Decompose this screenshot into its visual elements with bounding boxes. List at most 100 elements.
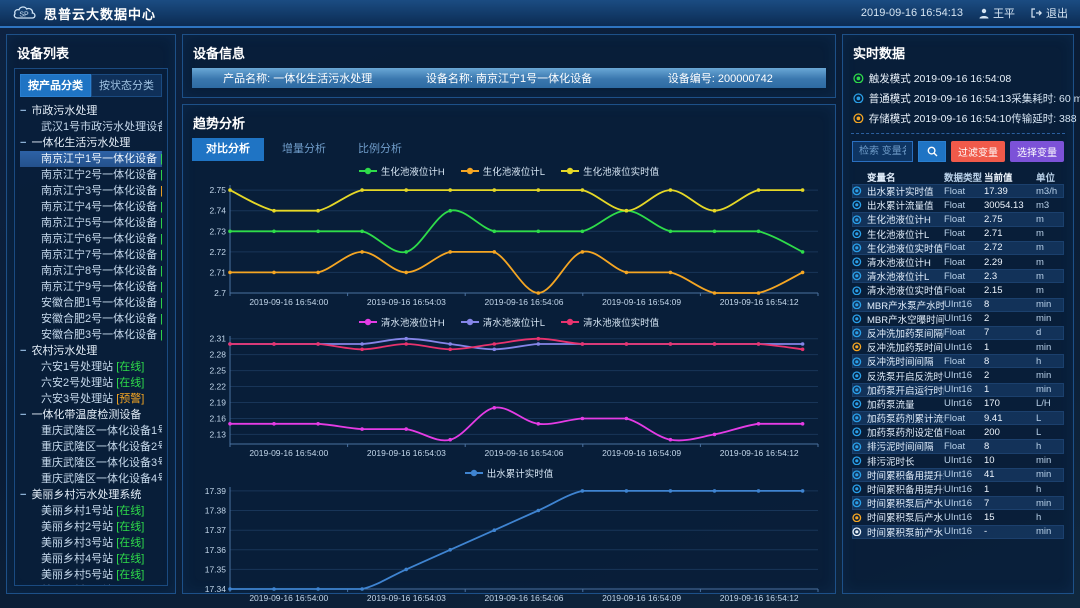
- device-item[interactable]: 南京江宁6号一体化设备 [在线]: [20, 231, 162, 247]
- device-item[interactable]: 六安1号处理站 [在线]: [20, 359, 162, 375]
- search-button[interactable]: [918, 141, 946, 162]
- variable-row[interactable]: 反冲洗加药泵间隔时间Float7d: [852, 326, 1064, 340]
- collapse-icon[interactable]: −: [20, 345, 26, 357]
- device-item[interactable]: 美丽乡村1号站 [在线]: [20, 503, 162, 519]
- variable-row[interactable]: 排污泥时间间隔Float8h: [852, 439, 1064, 453]
- device-item[interactable]: 美丽乡村5号站 [在线]: [20, 567, 162, 583]
- device-item[interactable]: 南京江宁2号一体化设备 [在线]: [20, 167, 162, 183]
- trend-tab-1[interactable]: 增量分析: [268, 138, 340, 161]
- device-item[interactable]: 安徽合肥2号一体化设备 [在线]: [20, 311, 162, 327]
- variable-type: Float: [944, 257, 984, 268]
- variable-row[interactable]: 时间累积备用提升泵分UInt1641min: [852, 468, 1064, 482]
- device-item[interactable]: 六安2号处理站 [在线]: [20, 375, 162, 391]
- variable-name: 时间累积泵后产水电动阀分: [867, 496, 944, 510]
- device-item[interactable]: 南京江宁7号一体化设备 [在线]: [20, 247, 162, 263]
- tree-group-2[interactable]: −农村污水处理: [20, 343, 162, 359]
- device-item[interactable]: 重庆武隆区一体化设备4号站 [预警]: [20, 471, 162, 487]
- variable-value: 2.75: [984, 214, 1036, 225]
- variable-row[interactable]: 加药泵开启运行时间UInt161min: [852, 383, 1064, 397]
- variable-value: 170: [984, 398, 1036, 409]
- device-item[interactable]: 六安3号处理站 [预警]: [20, 391, 162, 407]
- variable-row[interactable]: 生化池液位计LFloat2.71m: [852, 227, 1064, 241]
- device-item[interactable]: 南京江宁5号一体化设备 [在线]: [20, 215, 162, 231]
- variable-row[interactable]: 反冲洗时间间隔Float8h: [852, 354, 1064, 368]
- device-item[interactable]: 南京江宁3号一体化设备 [预警]: [20, 183, 162, 199]
- variable-row[interactable]: 加药泵流量UInt16170L/H: [852, 397, 1064, 411]
- device-item[interactable]: 美丽乡村6号站 [预警]: [20, 583, 162, 586]
- variable-value: 7: [984, 327, 1036, 338]
- device-item[interactable]: 安徽合肥3号一体化设备 [在线]: [20, 327, 162, 343]
- device-item[interactable]: 重庆武隆区一体化设备2号站 [预警]: [20, 439, 162, 455]
- tree-group-1[interactable]: −一体化生活污水处理: [20, 135, 162, 151]
- device-item[interactable]: 美丽乡村3号站 [在线]: [20, 535, 162, 551]
- variable-row[interactable]: 加药泵药剂设定值Float200L: [852, 425, 1064, 439]
- clear-water-tank-level-plot: 2.132.162.192.222.252.282.312019-09-16 1…: [190, 329, 832, 460]
- variable-unit: m: [1036, 214, 1064, 225]
- status-badge: [在线]: [116, 361, 144, 373]
- variable-row[interactable]: 出水累计实时值Float17.39m3/h: [852, 184, 1064, 198]
- device-item[interactable]: 安徽合肥1号一体化设备 [在线]: [20, 295, 162, 311]
- variable-value: 9.41: [984, 413, 1036, 424]
- device-item-label: 重庆武隆区一体化设备3号站: [41, 457, 162, 469]
- variable-row[interactable]: 清水池液位计LFloat2.3m: [852, 269, 1064, 283]
- variable-row[interactable]: 时间累积备用提升泵时UInt161h: [852, 482, 1064, 496]
- svg-text:2019-09-16 16:54:06: 2019-09-16 16:54:06: [485, 297, 564, 307]
- variable-row[interactable]: 清水池液位实时值Float2.15m: [852, 283, 1064, 297]
- variable-row[interactable]: 加药泵药剂累计流量Float9.41L: [852, 411, 1064, 425]
- svg-text:2.22: 2.22: [209, 382, 226, 392]
- device-item-label: 美丽乡村5号站: [41, 569, 116, 581]
- variable-row[interactable]: 时间累积泵前产水电动阀分UInt16-min: [852, 525, 1064, 539]
- device-item[interactable]: 重庆武隆区一体化设备3号站 [在线]: [20, 455, 162, 471]
- variable-row[interactable]: 时间累积泵后产水电动阀时UInt1615h: [852, 510, 1064, 524]
- variable-row[interactable]: 反冲洗加药泵时间UInt161min: [852, 340, 1064, 354]
- legend-item[interactable]: 出水累计实时值: [465, 466, 554, 480]
- variable-row[interactable]: 清水池液位计HFloat2.29m: [852, 255, 1064, 269]
- device-item[interactable]: 美丽乡村4号站 [在线]: [20, 551, 162, 567]
- device-item[interactable]: 重庆武隆区一体化设备1号站 [预警]: [20, 423, 162, 439]
- legend-item[interactable]: 生化池液位计L: [461, 164, 545, 178]
- col-value-header: 当前值: [984, 170, 1036, 184]
- category-tab-0[interactable]: 按产品分类: [20, 74, 91, 97]
- user-menu[interactable]: 王平: [979, 5, 1015, 21]
- device-item[interactable]: 南京江宁1号一体化设备 [在线]: [20, 151, 162, 167]
- trend-tab-2[interactable]: 比例分析: [344, 138, 416, 161]
- variable-row[interactable]: 反洗泵开启反洗时长UInt162min: [852, 368, 1064, 382]
- collapse-icon[interactable]: −: [20, 105, 26, 117]
- tree-group-4[interactable]: −美丽乡村污水处理系统: [20, 487, 162, 503]
- variable-row[interactable]: 排污泥时长UInt1610min: [852, 454, 1064, 468]
- device-item[interactable]: 美丽乡村2号站 [在线]: [20, 519, 162, 535]
- variable-row[interactable]: MBR产水泵产水时间分UInt168min: [852, 298, 1064, 312]
- trend-tab-0[interactable]: 对比分析: [192, 138, 264, 161]
- logout-button[interactable]: 退出: [1031, 5, 1068, 21]
- collapse-icon[interactable]: −: [20, 409, 26, 421]
- legend-item[interactable]: 清水池液位计H: [359, 315, 445, 329]
- device-item[interactable]: 南京江宁9号一体化设备 [在线]: [20, 279, 162, 295]
- legend-item[interactable]: 生化池液位实时值: [561, 164, 659, 178]
- filter-variable-button[interactable]: 过滤变量: [951, 141, 1005, 162]
- variable-row[interactable]: 出水累计流量值Float30054.13m3: [852, 198, 1064, 212]
- select-variable-button[interactable]: 选择变量: [1010, 141, 1064, 162]
- variable-row[interactable]: 生化池液位计HFloat2.75m: [852, 212, 1064, 226]
- variable-row[interactable]: 生化池液位实时值Float2.72m: [852, 241, 1064, 255]
- svg-text:2.75: 2.75: [209, 185, 226, 195]
- variable-type: Float: [944, 242, 984, 253]
- legend-item[interactable]: 清水池液位计L: [461, 315, 545, 329]
- device-item[interactable]: 武汉1号市政污水处理设备 [离线]: [20, 119, 162, 135]
- device-item-label: 南京江宁2号一体化设备: [41, 169, 160, 181]
- device-item[interactable]: 南京江宁8号一体化设备 [在线]: [20, 263, 162, 279]
- legend-item[interactable]: 生化池液位计H: [359, 164, 445, 178]
- variable-type: UInt16: [944, 526, 984, 537]
- variable-row[interactable]: 时间累积泵后产水电动阀分UInt167min: [852, 496, 1064, 510]
- collapse-icon[interactable]: −: [20, 137, 26, 149]
- variable-unit: L: [1036, 427, 1064, 438]
- legend-item[interactable]: 清水池液位实时值: [561, 315, 659, 329]
- device-item[interactable]: 南京江宁4号一体化设备 [在线]: [20, 199, 162, 215]
- svg-text:2019-09-16 16:54:00: 2019-09-16 16:54:00: [249, 593, 328, 603]
- mode-label-time: 触发模式 2019-09-16 16:54:08: [869, 71, 1011, 86]
- variable-row[interactable]: MBR产水空曝时间分UInt162min: [852, 312, 1064, 326]
- variable-search-input[interactable]: [852, 141, 913, 162]
- tree-group-3[interactable]: −一体化带温度检测设备: [20, 407, 162, 423]
- collapse-icon[interactable]: −: [20, 489, 26, 501]
- tree-group-0[interactable]: −市政污水处理: [20, 103, 162, 119]
- category-tab-1[interactable]: 按状态分类: [91, 74, 162, 97]
